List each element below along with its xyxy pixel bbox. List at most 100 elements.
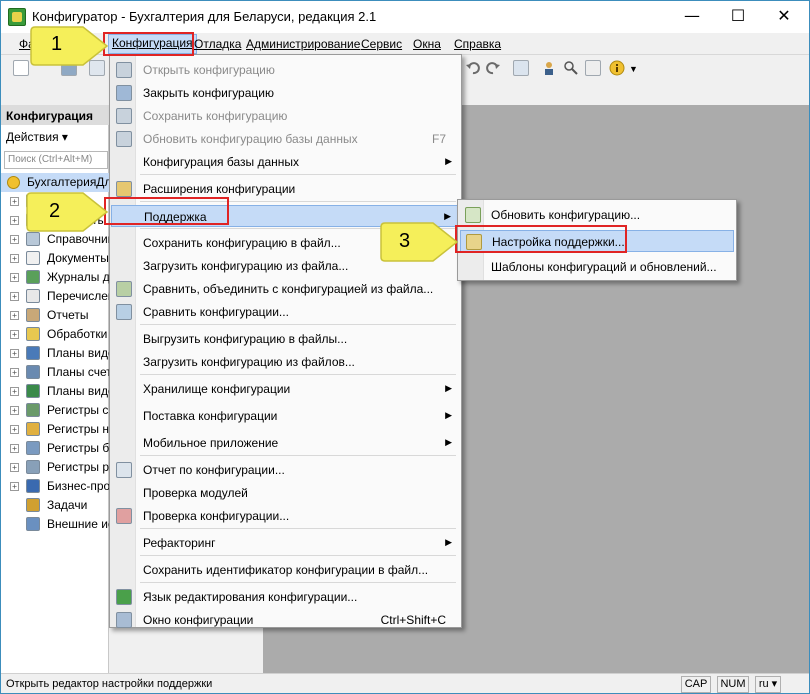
tree-item[interactable]: + Обработки — [1, 325, 109, 344]
menu-item-label: Конфигурация базы данных — [143, 155, 300, 169]
submenu-templates[interactable]: Шаблоны конфигураций и обновлений... — [460, 256, 734, 278]
toolbar-dropdown-icon[interactable]: ▼ — [629, 64, 638, 74]
config-menu-item[interactable]: Проверка модулей — [111, 482, 460, 504]
minimize-button[interactable]: — — [669, 1, 715, 33]
expand-icon[interactable]: + — [10, 235, 19, 244]
expand-icon[interactable]: + — [10, 292, 19, 301]
expand-icon[interactable]: + — [10, 349, 19, 358]
menu-item-label: Выгрузить конфигурацию в файлы... — [143, 332, 348, 346]
update-db-icon — [116, 131, 132, 147]
config-menu-item[interactable]: Загрузить конфигурацию из файлов... — [111, 351, 460, 373]
windows-icon[interactable] — [513, 60, 529, 76]
menu-item-label: Загрузить конфигурацию из файлов... — [143, 355, 355, 369]
config-menu-item[interactable]: Окно конфигурации Ctrl+Shift+C — [111, 609, 460, 631]
tree-item[interactable]: + Документы — [1, 249, 109, 268]
highlight-box-configuration — [103, 32, 194, 56]
menu-administration[interactable]: Администрирование — [246, 37, 360, 51]
check-config-icon — [116, 508, 132, 524]
tree-item[interactable]: Задачи — [1, 496, 109, 515]
tree-item[interactable]: + Бизнес-проц — [1, 477, 109, 496]
maximize-button[interactable]: ☐ — [715, 1, 761, 33]
menu-item-label: Поставка конфигурации — [143, 409, 278, 423]
config-menu-item[interactable]: Язык редактирования конфигурации... — [111, 586, 460, 608]
search-help-icon[interactable] — [563, 60, 579, 76]
status-text: Открыть редактор настройки поддержки — [6, 678, 213, 690]
expand-icon[interactable]: + — [10, 216, 19, 225]
expand-icon[interactable]: + — [10, 425, 19, 434]
expand-icon[interactable]: + — [10, 273, 19, 282]
config-menu-item[interactable]: Проверка конфигурации... — [111, 505, 460, 527]
config-menu-item[interactable]: Мобильное приложение ▶ — [111, 432, 460, 454]
expand-icon[interactable]: + — [10, 444, 19, 453]
menu-separator — [140, 174, 456, 175]
processing-icon — [26, 327, 40, 341]
assistant-icon[interactable] — [541, 60, 557, 76]
tree-item[interactable]: Внешние ис — [1, 515, 109, 534]
tree-item-label: Документы — [47, 251, 109, 265]
info-icon[interactable] — [609, 60, 625, 76]
actions-dropdown[interactable]: Действия ▾ — [6, 130, 68, 144]
menu-service[interactable]: Сервис — [361, 37, 402, 51]
accum-register-icon — [26, 422, 40, 436]
config-menu-item[interactable]: Сохранить идентификатор конфигурации в ф… — [111, 559, 460, 581]
config-menu-item[interactable]: Конфигурация базы данных ▶ — [111, 151, 460, 173]
expand-icon[interactable]: + — [10, 368, 19, 377]
tree-item-label: Перечислен — [47, 289, 109, 303]
tree-item[interactable]: + Отчеты — [1, 306, 109, 325]
config-menu-item[interactable]: Хранилище конфигурации ▶ — [111, 378, 460, 400]
language-icon — [116, 589, 132, 605]
expand-icon[interactable]: + — [10, 463, 19, 472]
callout-arrow-2 — [26, 192, 109, 232]
expand-icon[interactable]: + — [10, 197, 19, 206]
acc-register-icon — [26, 441, 40, 455]
menu-item-label: Проверка модулей — [143, 486, 248, 500]
undo-icon[interactable] — [465, 60, 481, 76]
tree-item[interactable]: + Планы видо — [1, 344, 109, 363]
config-menu-item[interactable]: Отчет по конфигурации... — [111, 459, 460, 481]
business-process-icon — [26, 479, 40, 493]
config-menu-item[interactable]: Поставка конфигурации ▶ — [111, 405, 460, 427]
config-menu-item[interactable]: Рефакторинг ▶ — [111, 532, 460, 554]
submenu-item-label: Шаблоны конфигураций и обновлений... — [491, 260, 717, 274]
menu-windows[interactable]: Окна — [413, 37, 441, 51]
tree-item[interactable]: + Перечислен — [1, 287, 109, 306]
menu-separator — [140, 374, 456, 375]
config-menu-item[interactable]: Сравнить конфигурации... — [111, 301, 460, 323]
redo-icon[interactable] — [485, 60, 501, 76]
expand-icon[interactable]: + — [10, 330, 19, 339]
tree-item[interactable]: + Регистры на — [1, 420, 109, 439]
tree-item[interactable]: + Регистры ра — [1, 458, 109, 477]
close-button[interactable]: ✕ — [761, 1, 807, 33]
expand-icon[interactable]: + — [10, 311, 19, 320]
tree-item[interactable]: + Регистры бу — [1, 439, 109, 458]
root-config-icon — [7, 176, 20, 189]
tree-item-label: Отчеты — [47, 308, 89, 322]
help-book-icon[interactable] — [585, 60, 601, 76]
menu-item-shortcut: F7 — [431, 132, 446, 146]
tree-root[interactable]: БухгалтерияДл — [1, 173, 109, 192]
menu-item-label: Язык редактирования конфигурации... — [143, 590, 358, 604]
language-selector[interactable]: ru ▾ — [755, 676, 781, 693]
menu-help[interactable]: Справка — [454, 37, 501, 51]
submenu-update-configuration[interactable]: Обновить конфигурацию... — [460, 204, 734, 226]
config-menu-item[interactable]: Сравнить, объединить с конфигурацией из … — [111, 278, 460, 300]
configuration-menu: Открыть конфигурацию Закрыть конфигурацию… — [109, 54, 462, 628]
tree-item[interactable]: + Планы видо — [1, 382, 109, 401]
tree-item-label: Регистры ра — [47, 460, 109, 474]
expand-icon[interactable]: + — [10, 387, 19, 396]
expand-icon[interactable]: + — [10, 482, 19, 491]
enum-icon — [26, 289, 40, 303]
expand-icon[interactable]: + — [10, 406, 19, 415]
config-window-icon — [116, 612, 132, 628]
menu-debug[interactable]: Отладка — [194, 37, 241, 51]
expand-icon[interactable]: + — [10, 254, 19, 263]
tree-item[interactable]: + Журналы до — [1, 268, 109, 287]
search-input[interactable]: Поиск (Ctrl+Alt+M) — [4, 151, 108, 169]
tree-item[interactable]: + Регистры св — [1, 401, 109, 420]
tree-item[interactable]: + Планы счето — [1, 363, 109, 382]
config-menu-item[interactable]: Закрыть конфигурацию — [111, 82, 460, 104]
menu-item-label: Открыть конфигурацию — [143, 63, 275, 77]
new-file-icon[interactable] — [13, 60, 29, 76]
config-menu-item[interactable]: Выгрузить конфигурацию в файлы... — [111, 328, 460, 350]
tree-item-label: Журналы до — [47, 270, 109, 284]
